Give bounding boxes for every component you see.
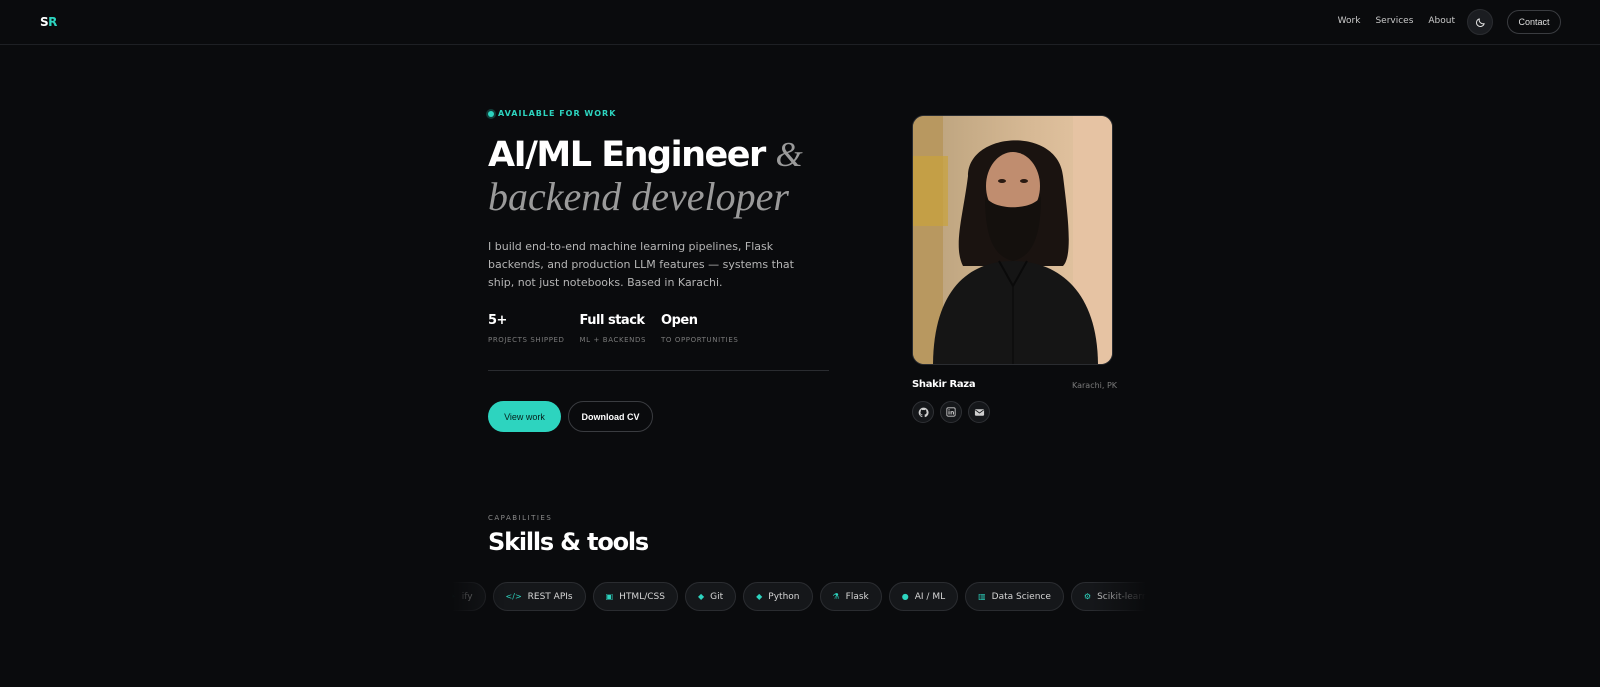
headline-amp: & [775, 135, 803, 174]
social-links [912, 401, 990, 423]
flask-icon: ⚗ [832, 592, 840, 601]
availability-text: AVAILABLE FOR WORK [498, 109, 617, 118]
stat-value: 5+ [488, 313, 507, 328]
capabilities-eyebrow: CAPABILITIES [488, 514, 553, 522]
skill-chip: ▣ HTML/CSS [592, 582, 678, 611]
github-icon [918, 407, 929, 417]
skill-chip: ▥ Data Science [965, 582, 1064, 611]
skill-chip: ✦ ify [446, 582, 486, 611]
contact-button[interactable]: Contact [1507, 10, 1561, 34]
skill-label: Scikit-learn [1097, 591, 1148, 602]
skill-label: Git [710, 591, 724, 602]
skill-label: ify [461, 591, 473, 602]
skills-marquee: ✦ ify </> REST APIs ▣ HTML/CSS ◆ Git ◆ P… [446, 582, 1152, 612]
skill-label: HTML/CSS [619, 591, 665, 602]
profile-name: Shakir Raza [912, 379, 976, 390]
hero-stats: 5+ PROJECTS SHIPPED Full stack ML + BACK… [488, 313, 753, 344]
skill-label: Flask [845, 591, 869, 602]
chart-icon: ▥ [978, 592, 986, 601]
headline-main: AI/ML Engineer [488, 135, 766, 175]
stat-value: Open [661, 313, 698, 328]
sparkle-icon: ✦ [449, 592, 456, 601]
profile-photo [912, 115, 1113, 365]
code-icon: </> [505, 592, 522, 601]
mail-icon [974, 408, 984, 416]
python-icon: ◆ [756, 592, 763, 601]
top-nav: SR Work Services About Contact [0, 0, 1600, 45]
theme-toggle-button[interactable] [1467, 9, 1493, 35]
skill-chip: ◆ Git [684, 582, 737, 611]
skill-label: REST APIs [527, 591, 573, 602]
stat-value: Full stack [579, 313, 646, 328]
availability-badge: AVAILABLE FOR WORK [488, 109, 616, 118]
linkedin-icon [946, 407, 956, 417]
hero-lead: I build end-to-end machine learning pipe… [488, 240, 794, 289]
skill-chip: ⚗ Flask [819, 582, 882, 611]
github-link[interactable] [912, 401, 934, 423]
stat-label: ML + BACKENDS [579, 336, 647, 344]
moon-icon [1475, 17, 1485, 27]
download-cv-button[interactable]: Download CV [568, 401, 653, 432]
skill-chip: ⚙ Scikit-learn [1070, 582, 1152, 611]
stat-projects: 5+ PROJECTS SHIPPED [488, 313, 565, 344]
logo-r: R [48, 15, 57, 29]
nav-link-services[interactable]: Services [1375, 16, 1413, 26]
skills-title: Skills & tools [488, 528, 649, 556]
headline-line2: backend developer [488, 174, 789, 219]
skill-label: Data Science [991, 591, 1051, 602]
portrait-illustration [913, 116, 1112, 364]
hero-headline: AI/ML Engineer & backend developer [488, 134, 848, 218]
skill-label: AI / ML [914, 591, 946, 602]
nav-link-work[interactable]: Work [1338, 16, 1361, 26]
email-link[interactable] [968, 401, 990, 423]
stat-label: TO OPPORTUNITIES [661, 336, 739, 344]
profile-location: Karachi, PK [1072, 381, 1118, 390]
stat-open: Open TO OPPORTUNITIES [661, 313, 738, 344]
git-icon: ◆ [697, 592, 705, 601]
view-work-button[interactable]: View work [488, 401, 561, 432]
gears-icon: ⚙ [1083, 592, 1092, 601]
skill-label: Python [768, 591, 800, 602]
skill-chip: ◆ Python [743, 582, 813, 611]
logo-s: S [40, 15, 49, 29]
brain-icon: ● [901, 592, 909, 601]
html5-icon: ▣ [605, 592, 614, 601]
stat-fullstack: Full stack ML + BACKENDS [580, 313, 647, 344]
nav-links: Work Services About [1338, 16, 1455, 26]
skill-chip: ● AI / ML [888, 582, 959, 611]
status-dot-icon [488, 110, 494, 117]
nav-link-about[interactable]: About [1428, 16, 1455, 26]
logo[interactable]: SR [40, 15, 57, 29]
stat-label: PROJECTS SHIPPED [488, 336, 565, 344]
skill-chip: </> REST APIs [492, 582, 586, 611]
linkedin-link[interactable] [940, 401, 962, 423]
hero-divider [488, 370, 829, 371]
